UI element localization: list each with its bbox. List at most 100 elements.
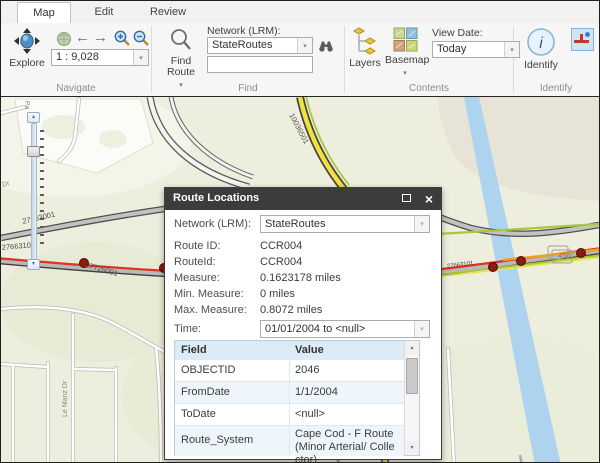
- route-id-label: Route ID:: [174, 240, 220, 252]
- chevron-down-icon[interactable]: ▾: [414, 216, 429, 232]
- measure-value: 0.1623178 miles: [260, 272, 341, 284]
- search-network-button[interactable]: [318, 38, 334, 55]
- find-route-value-field[interactable]: [207, 56, 313, 73]
- table-row[interactable]: OBJECTID 2046: [175, 360, 404, 382]
- max-measure-label: Max. Measure:: [174, 304, 247, 316]
- slider-track[interactable]: [31, 123, 37, 261]
- table-row[interactable]: ToDate <null>: [175, 404, 404, 426]
- column-divider: [289, 382, 290, 403]
- street-label: Pa: [23, 101, 30, 110]
- ribbon: Explore ← →: [1, 23, 599, 96]
- application-window: Map Edit Review Explore: [0, 0, 600, 463]
- svg-text:i: i: [539, 35, 543, 52]
- close-icon[interactable]: ×: [425, 190, 433, 208]
- zoom-out-button[interactable]: [132, 29, 150, 50]
- min-measure-value: 0 miles: [260, 288, 295, 300]
- cell-value: 2046: [295, 364, 400, 377]
- chevron-down-icon: ▾: [403, 70, 407, 77]
- explore-button[interactable]: Explore: [5, 27, 49, 69]
- navigate-group-label: Navigate: [1, 83, 151, 94]
- tab-review[interactable]: Review: [141, 3, 195, 22]
- cell-field: OBJECTID: [181, 364, 235, 376]
- identify-route-locations-tool[interactable]: [571, 28, 594, 51]
- table-row[interactable]: FromDate 1/1/2004: [175, 382, 404, 404]
- shield-label: 450: [558, 251, 571, 260]
- max-measure-value: 0.8072 miles: [260, 304, 322, 316]
- table-header-row: Field Value: [175, 341, 404, 361]
- identify-button[interactable]: i Identify: [519, 27, 563, 71]
- time-combobox[interactable]: 01/01/2004 to <null> ▾: [260, 320, 430, 338]
- view-date-value: Today: [433, 42, 504, 57]
- column-divider: [289, 404, 290, 425]
- landuse-patch: [99, 130, 127, 148]
- network-lrm-value: StateRoutes: [208, 38, 297, 53]
- route-id-value: CCR004: [260, 240, 302, 252]
- back-arrow-icon: ←: [75, 29, 90, 46]
- slider-tick-marks: [40, 130, 44, 248]
- view-date-label: View Date:: [432, 27, 483, 39]
- find-route-button[interactable]: Find Route ▾: [159, 27, 203, 90]
- column-divider: [289, 360, 290, 381]
- table-row[interactable]: Route_System Cape Cod - F Route (Minor A…: [175, 426, 404, 456]
- routeid-label: RouteId:: [174, 256, 216, 268]
- chevron-down-icon[interactable]: ▾: [133, 50, 148, 65]
- route-locations-dialog: Route Locations × Network (LRM): StateRo…: [164, 187, 442, 460]
- scroll-up-icon[interactable]: ▴: [405, 341, 419, 355]
- cell-value: <null>: [295, 408, 400, 421]
- dialog-title-bar[interactable]: Route Locations ×: [165, 188, 441, 210]
- forward-arrow-icon: →: [93, 29, 108, 46]
- dialog-network-combobox[interactable]: StateRoutes ▾: [260, 215, 430, 233]
- maximize-icon[interactable]: [402, 194, 411, 202]
- identify-label: Identify: [519, 60, 563, 71]
- map-zoom-slider: ▴ ▾: [27, 112, 45, 272]
- binoculars-icon: [318, 43, 334, 55]
- tab-edit[interactable]: Edit: [83, 3, 125, 22]
- cell-field: ToDate: [181, 408, 216, 420]
- column-divider: [289, 341, 290, 360]
- cell-field: Route_System: [181, 434, 253, 446]
- cell-value: 1/1/2004: [295, 386, 400, 399]
- chevron-down-icon[interactable]: ▾: [414, 321, 429, 337]
- measure-label: Measure:: [174, 272, 220, 284]
- chevron-down-icon[interactable]: ▾: [297, 38, 312, 53]
- ribbon-tab-bar: Map Edit Review: [1, 1, 599, 24]
- tab-map[interactable]: Map: [17, 2, 71, 24]
- cell-field: FromDate: [181, 386, 230, 398]
- table-scrollbar[interactable]: ▴ ▾: [404, 341, 419, 455]
- layers-button[interactable]: Layers: [348, 27, 382, 69]
- back-arrow-button[interactable]: ←: [75, 29, 90, 46]
- map-scale-combobox[interactable]: 1 : 9,028 ▾: [51, 49, 149, 66]
- forward-arrow-button[interactable]: →: [93, 29, 108, 46]
- street-label: Le Manz Dr: [62, 380, 69, 417]
- basemap-label: Basemap: [385, 55, 425, 66]
- view-date-combobox[interactable]: Today ▾: [432, 41, 520, 58]
- identify-group-label: Identify: [513, 83, 599, 94]
- find-route-label-line2: Route: [159, 67, 203, 78]
- map-canvas[interactable]: 450 27663001 27663101 27726001 10036501 …: [1, 96, 599, 463]
- contents-group-label: Contents: [345, 83, 513, 94]
- scroll-down-icon[interactable]: ▾: [405, 441, 419, 455]
- time-value: 01/01/2004 to <null>: [261, 322, 414, 337]
- group-separator: [151, 26, 152, 93]
- routeid-value: CCR004: [260, 256, 302, 268]
- basemap-button[interactable]: Basemap ▾: [385, 27, 425, 78]
- dialog-body: Network (LRM): StateRoutes ▾ Route ID: C…: [165, 210, 441, 459]
- chevron-down-icon[interactable]: ▾: [504, 42, 519, 57]
- layers-label: Layers: [348, 58, 382, 69]
- slider-zoom-out-button[interactable]: ▾: [27, 259, 40, 270]
- dialog-network-label: Network (LRM):: [174, 218, 251, 230]
- find-group-label: Find: [153, 83, 343, 94]
- cell-value: Cape Cod - F Route (Minor Arterial/ Coll…: [295, 428, 400, 463]
- full-extent-button[interactable]: [56, 31, 72, 50]
- min-measure-label: Min. Measure:: [174, 288, 244, 300]
- scrollbar-thumb[interactable]: [406, 358, 418, 394]
- network-lrm-combobox[interactable]: StateRoutes ▾: [207, 37, 313, 54]
- explore-label: Explore: [5, 58, 49, 69]
- map-scale-value: 1 : 9,028: [52, 50, 133, 65]
- slider-zoom-in-button[interactable]: ▴: [27, 112, 40, 123]
- dialog-title: Route Locations: [173, 192, 259, 204]
- zoom-in-button[interactable]: [113, 29, 131, 50]
- value-column-header: Value: [295, 344, 324, 356]
- slider-thumb[interactable]: [27, 146, 40, 157]
- network-lrm-label: Network (LRM):: [207, 25, 281, 37]
